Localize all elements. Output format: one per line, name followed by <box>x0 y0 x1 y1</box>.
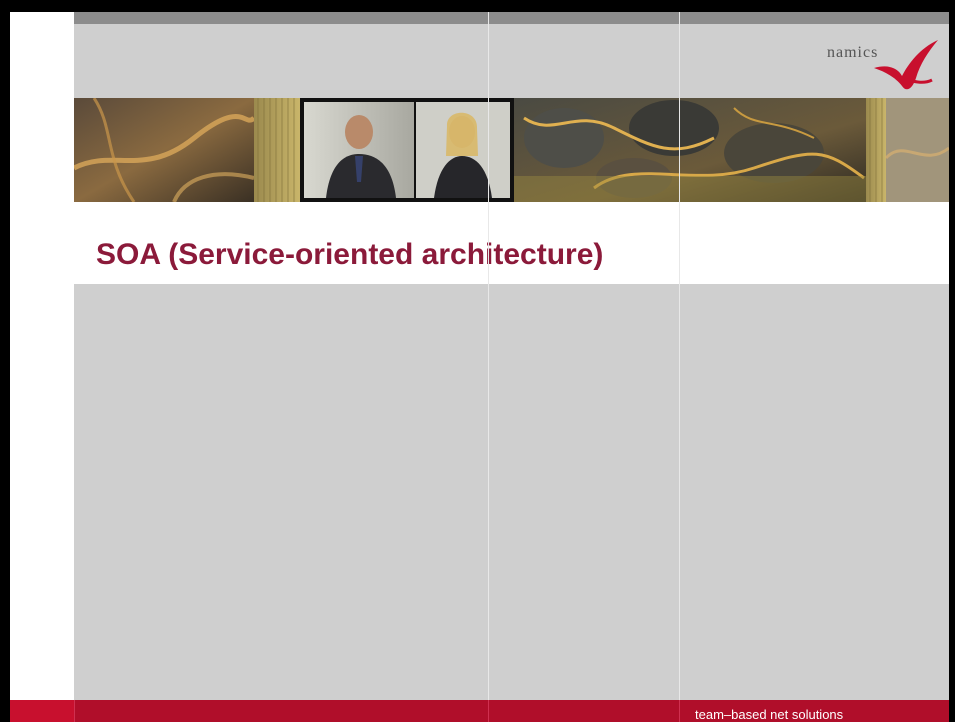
footer-divider-1 <box>488 700 489 722</box>
footer-divider-0 <box>74 700 75 722</box>
content-panel-middle <box>489 284 679 700</box>
footer-divider-2 <box>679 700 680 722</box>
slide: namics SOA (Service-oriented architectur… <box>0 0 955 722</box>
frame-top <box>0 0 955 12</box>
header-panel-middle <box>489 24 679 98</box>
content-panel-left <box>74 284 488 700</box>
frame-right <box>949 0 955 722</box>
content-panel-right <box>680 284 949 700</box>
photo-banner <box>74 98 949 202</box>
frame-left <box>0 0 10 722</box>
namics-swoosh-logo-icon <box>874 40 938 90</box>
slide-title: SOA (Service-oriented architecture) <box>96 238 604 271</box>
top-band <box>74 12 949 24</box>
footer-tagline: team–based net solutions <box>695 707 844 722</box>
header-panel-left <box>74 24 488 98</box>
divider-1 <box>488 12 489 722</box>
banner-collage <box>74 98 949 202</box>
divider-2 <box>679 12 680 722</box>
